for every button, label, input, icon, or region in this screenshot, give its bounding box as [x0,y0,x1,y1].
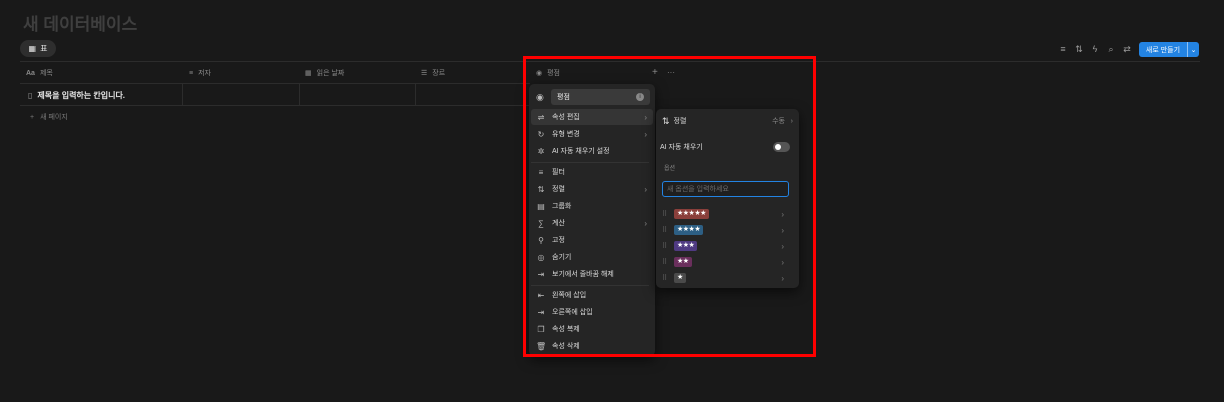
highlight-box [523,56,816,357]
column-header-genre[interactable]: ☰ 장르 [421,68,445,78]
page-title[interactable]: 새 데이터베이스 [23,10,137,35]
column-divider [182,84,183,105]
column-divider [415,84,416,105]
table-row[interactable]: ▯ 제목을 입력하는 칸입니다. [28,90,125,101]
header-bottom-border [20,83,530,84]
view-tab-label: 표 [40,44,48,53]
column-label: 장르 [432,70,446,77]
new-page-button[interactable]: + 새 페이지 [30,112,68,122]
lines-icon: ≡ [189,69,194,77]
new-page-label: 새 페이지 [40,114,68,121]
column-label: 저자 [198,70,211,77]
calendar-icon: ▦ [305,70,312,77]
column-header-read-date[interactable]: ▦ 읽은 날짜 [305,68,344,78]
text-type-icon: Aa [26,69,35,77]
column-header-title[interactable]: Aa 제목 [26,68,53,78]
row-bottom-border [20,105,530,106]
chevron-down-icon[interactable]: ⌄ [1187,42,1199,57]
column-label: 제목 [39,70,53,77]
search-icon[interactable]: ⌕ [1106,44,1116,54]
table-icon: ▦ [28,44,37,53]
column-header-author[interactable]: ≡ 저자 [189,68,211,78]
sort-icon[interactable]: ⇅ [1074,44,1084,54]
row-title: 제목을 입력하는 칸입니다. [37,91,126,100]
view-tab-table[interactable]: ▦ 표 [20,40,56,57]
plus-icon: + [30,113,35,121]
column-label: 읽은 날짜 [316,70,345,77]
new-button-label: 새로 만들기 [1145,46,1181,54]
list-icon: ☰ [421,70,428,77]
filter-icon[interactable]: ≡ [1058,44,1068,54]
lightning-icon[interactable]: ϟ [1090,44,1100,54]
column-divider [299,84,300,105]
settings-icon[interactable]: ⇄ [1122,44,1132,54]
new-button[interactable]: 새로 만들기 ⌄ [1139,42,1199,57]
page-icon: ▯ [28,91,33,100]
